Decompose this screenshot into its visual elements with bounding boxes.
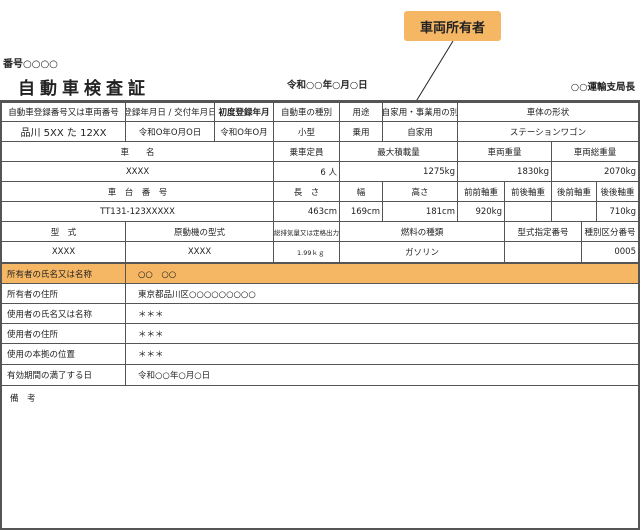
model-designation-label: 型式指定番号 [504, 221, 582, 242]
rr-axle-value: 710kg [596, 201, 639, 222]
height-label: 高さ [382, 181, 458, 202]
model-label: 型 式 [1, 221, 126, 242]
base-location-value: ＊＊＊ [125, 343, 639, 365]
chassis-number-value: TT131-123XXXXX [1, 201, 274, 222]
gross-weight-label: 車両総重量 [551, 141, 639, 162]
category-number-value: 0005 [581, 241, 639, 263]
reg-date-label: 登録年月日 / 交付年月日 [125, 102, 215, 122]
model-designation-value [504, 241, 582, 263]
car-name-value: XXXX [1, 161, 274, 182]
displacement-label: 総排気量又は定格出力 [273, 221, 340, 242]
document-title: 自動車検査証 [18, 79, 150, 99]
reg-number-value: 品川 5XX た 12XX [1, 121, 126, 142]
reg-number-label: 自動車登録番号又は車両番号 [1, 102, 126, 122]
user-address-label: 使用者の住所 [1, 323, 126, 344]
engine-model-label: 原動機の型式 [125, 221, 274, 242]
issue-date: 令和○○年○月○日 [287, 80, 368, 91]
gross-weight-value: 2070kg [551, 161, 639, 182]
weight-label: 車両重量 [457, 141, 552, 162]
fuel-value: ガソリン [339, 241, 505, 263]
body-shape-label: 車体の形状 [457, 102, 639, 122]
rf-axle-label: 後前軸重 [551, 181, 597, 202]
chassis-number-label: 車 台 番 号 [1, 181, 274, 202]
remarks-area: 備 考 [1, 385, 639, 529]
private-business-label: 自家用・事業用の別 [382, 102, 458, 122]
expiry-label: 有効期間の満了する日 [1, 364, 126, 386]
engine-model-value: XXXX [125, 241, 274, 263]
owner-address-label: 所有者の住所 [1, 283, 126, 304]
issuing-authority: ○○運輸支局長 [570, 82, 635, 93]
owner-name-value: ○○ ○○ [125, 263, 639, 284]
max-load-value: 1275kg [339, 161, 458, 182]
rf-axle-value [551, 201, 597, 222]
width-value: 169cm [339, 201, 383, 222]
reg-date-value: 令和O年O月O日 [125, 121, 215, 142]
usage-value: 乗用 [339, 121, 383, 142]
height-value: 181cm [382, 201, 458, 222]
category-number-label: 種別区分番号 [581, 221, 639, 242]
private-business-value: 自家用 [382, 121, 458, 142]
model-value: XXXX [1, 241, 126, 263]
usage-label: 用途 [339, 102, 383, 122]
owner-address-value: 東京都品川区○○○○○○○○○ [125, 283, 639, 304]
first-reg-label: 初度登録年月 [214, 102, 274, 122]
vehicle-kind-value: 小型 [273, 121, 340, 142]
ff-axle-value: 920kg [457, 201, 505, 222]
user-name-label: 使用者の氏名又は名称 [1, 303, 126, 324]
weight-value: 1830kg [457, 161, 552, 182]
remarks-label: 備 考 [10, 394, 36, 404]
length-label: 長 さ [273, 181, 340, 202]
vehicle-owner-callout: 車両所有者 [404, 11, 501, 41]
body-shape-value: ステーションワゴン [457, 121, 639, 142]
length-value: 463cm [273, 201, 340, 222]
first-reg-value: 令和O年O月 [214, 121, 274, 142]
document-number: 番号○○○○ [3, 59, 58, 70]
max-load-label: 最大積載量 [339, 141, 458, 162]
user-name-value: ＊＊＊ [125, 303, 639, 324]
expiry-value: 令和○○年○月○日 [125, 364, 639, 386]
fuel-label: 燃料の種類 [339, 221, 505, 242]
ff-axle-label: 前前軸重 [457, 181, 505, 202]
fr-axle-value [504, 201, 552, 222]
capacity-value: 6 人 [273, 161, 340, 182]
rr-axle-label: 後後軸重 [596, 181, 639, 202]
vehicle-kind-label: 自動車の種別 [273, 102, 340, 122]
car-name-label: 車 名 [1, 141, 274, 162]
base-location-label: 使用の本拠の位置 [1, 343, 126, 365]
capacity-label: 乗車定員 [273, 141, 340, 162]
owner-name-label: 所有者の氏名又は名称 [1, 263, 126, 284]
user-address-value: ＊＊＊ [125, 323, 639, 344]
fr-axle-label: 前後軸重 [504, 181, 552, 202]
displacement-value: 1.99ｋｇ [273, 241, 340, 263]
width-label: 幅 [339, 181, 383, 202]
